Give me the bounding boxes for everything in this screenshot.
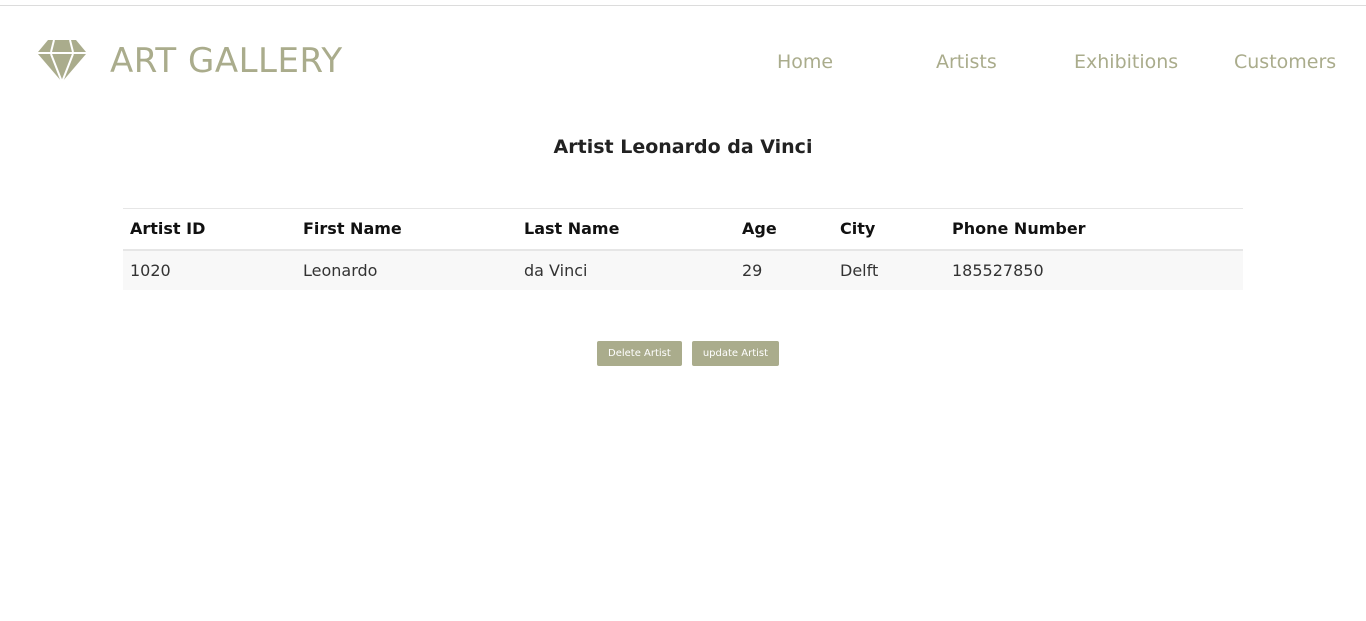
cell-city: Delft: [833, 249, 945, 290]
delete-artist-button[interactable]: Delete Artist: [597, 341, 682, 366]
main-nav: Home Artists Exhibitions Customers: [0, 49, 1366, 75]
cell-phone-number: 185527850: [945, 249, 1243, 290]
column-header-phone-number: Phone Number: [952, 219, 1086, 239]
nav-home[interactable]: Home: [777, 49, 833, 75]
column-header-age: Age: [742, 219, 777, 239]
artist-table-container: Artist ID First Name Last Name Age City …: [123, 208, 1243, 290]
column-header-city: City: [840, 219, 876, 239]
nav-exhibitions[interactable]: Exhibitions: [1074, 49, 1178, 75]
cell-artist-id: 1020: [123, 249, 296, 290]
column-header-artist-id: Artist ID: [130, 219, 206, 239]
artist-table: Artist ID First Name Last Name Age City …: [123, 208, 1243, 290]
cell-first-name: Leonardo: [296, 249, 517, 290]
artist-actions: Delete Artist update Artist: [597, 341, 780, 366]
nav-artists[interactable]: Artists: [936, 49, 997, 75]
site-header: ART GALLERY Home Artists Exhibitions Cus…: [0, 6, 1366, 106]
table-body: 1020 Leonardo da Vinci 29 Delft 18552785…: [123, 249, 1243, 290]
page-title: Artist Leonardo da Vinci: [553, 136, 813, 158]
cell-last-name: da Vinci: [517, 249, 735, 290]
nav-customers[interactable]: Customers: [1234, 49, 1336, 75]
table-header: Artist ID First Name Last Name Age City …: [123, 208, 1243, 250]
update-artist-button[interactable]: update Artist: [691, 341, 780, 366]
table-header-row: Artist ID First Name Last Name Age City …: [123, 208, 1243, 250]
column-header-first-name: First Name: [303, 219, 402, 239]
column-header-last-name: Last Name: [524, 219, 620, 239]
cell-age: 29: [735, 249, 833, 290]
table-row: 1020 Leonardo da Vinci 29 Delft 18552785…: [123, 249, 1243, 290]
